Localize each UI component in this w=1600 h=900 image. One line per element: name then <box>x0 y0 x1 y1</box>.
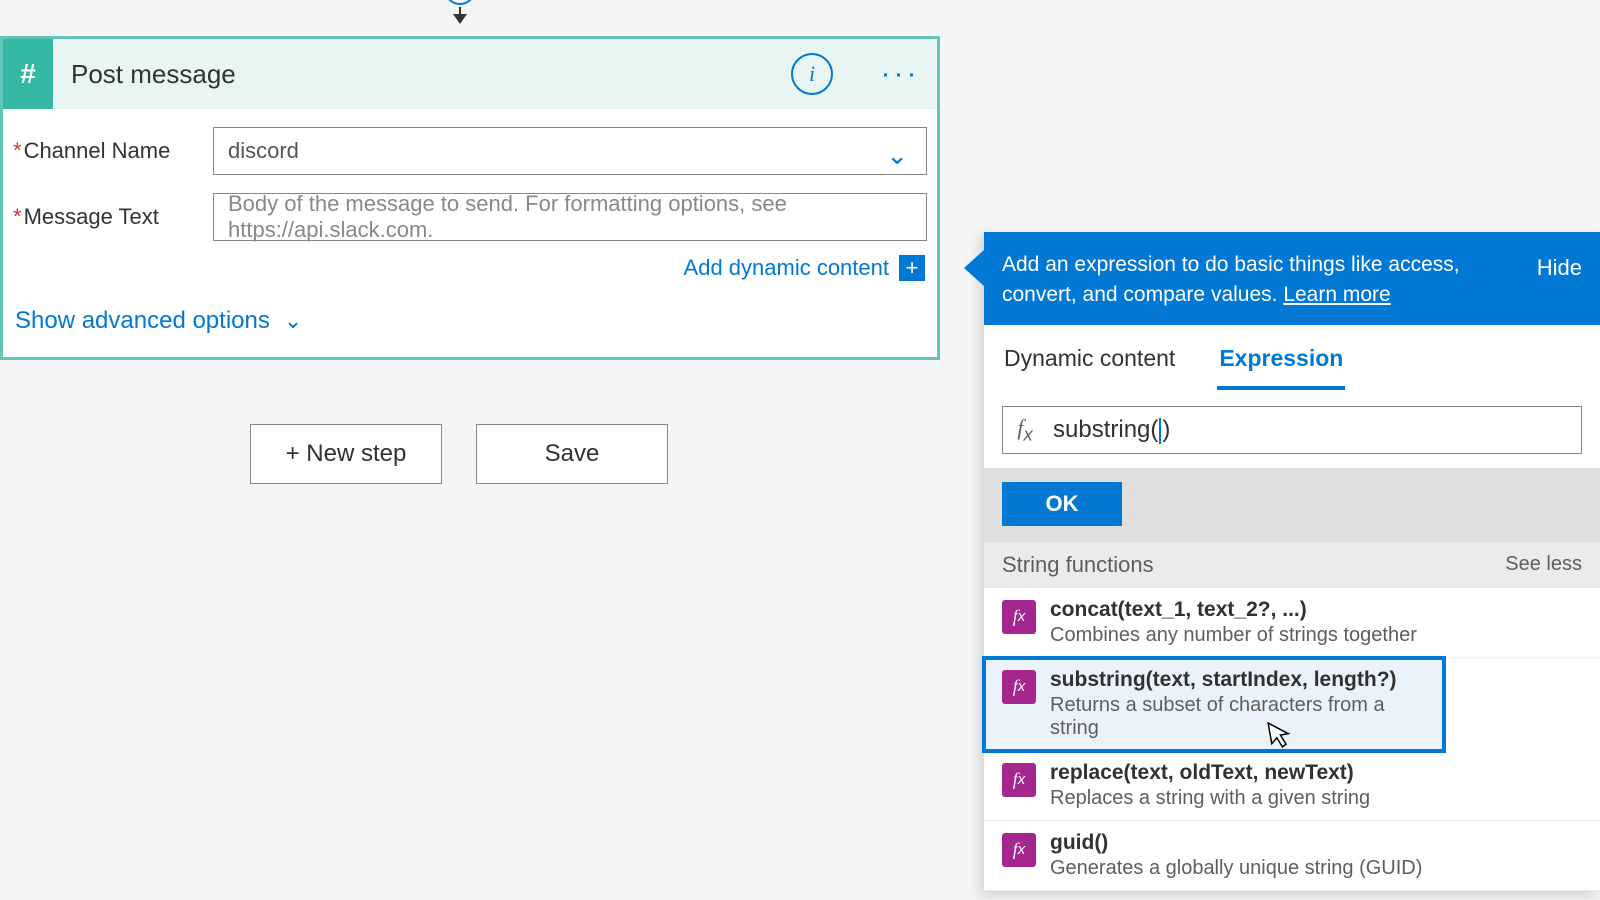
callout-arrow-icon <box>964 250 984 286</box>
save-button[interactable]: Save <box>476 424 668 484</box>
function-signature: replace(text, oldText, newText) <box>1050 761 1370 785</box>
function-item-substring[interactable]: fx substring(text, startIndex, length?) … <box>984 658 1444 751</box>
expression-tabs: Dynamic content Expression <box>984 325 1600 390</box>
function-section-header: String functions See less <box>984 542 1600 588</box>
info-icon[interactable]: i <box>791 53 833 95</box>
fx-icon: fx <box>1002 833 1036 867</box>
show-advanced-toggle[interactable]: Show advanced options ⌄ <box>13 303 927 339</box>
required-icon: * <box>13 138 22 163</box>
learn-more-link[interactable]: Learn more <box>1283 283 1390 306</box>
fx-icon: fx <box>1002 600 1036 634</box>
show-advanced-label: Show advanced options <box>15 307 270 335</box>
message-row: *Message Text Body of the message to sen… <box>13 193 927 241</box>
tab-expression[interactable]: Expression <box>1217 339 1345 390</box>
add-dynamic-content-button[interactable]: + <box>899 255 925 281</box>
channel-row: *Channel Name discord ⌄ <box>13 127 927 175</box>
function-signature: substring(text, startIndex, length?) <box>1050 668 1426 692</box>
function-description: Replaces a string with a given string <box>1050 787 1370 810</box>
function-description: Generates a globally unique string (GUID… <box>1050 857 1422 880</box>
fx-icon: fx <box>1003 415 1047 445</box>
channel-label: *Channel Name <box>13 138 213 164</box>
ok-button[interactable]: OK <box>1002 482 1122 526</box>
function-section-title: String functions <box>1002 552 1154 578</box>
hide-panel-link[interactable]: Hide <box>1537 250 1582 284</box>
add-step-node[interactable]: + <box>445 0 475 5</box>
card-title: Post message <box>71 59 775 90</box>
new-step-button[interactable]: + New step <box>250 424 442 484</box>
card-header: # Post message i ··· <box>3 39 937 109</box>
expression-panel: Add an expression to do basic things lik… <box>984 232 1600 891</box>
message-input[interactable]: Body of the message to send. For formatt… <box>213 193 927 241</box>
function-list: fx concat(text_1, text_2?, ...) Combines… <box>984 588 1600 891</box>
expression-banner: Add an expression to do basic things lik… <box>984 236 1600 325</box>
add-dynamic-content-link[interactable]: Add dynamic content <box>684 255 889 281</box>
chevron-down-icon: ⌄ <box>886 140 908 171</box>
function-item-guid[interactable]: fx guid() Generates a globally unique st… <box>984 821 1600 891</box>
function-signature: concat(text_1, text_2?, ...) <box>1050 598 1417 622</box>
see-less-link[interactable]: See less <box>1505 553 1582 576</box>
dynamic-content-row: Add dynamic content + <box>13 255 927 281</box>
card-body: *Channel Name discord ⌄ *Message Text Bo… <box>3 109 937 357</box>
ok-row: OK <box>984 468 1600 542</box>
tab-dynamic-content[interactable]: Dynamic content <box>1002 339 1177 390</box>
channel-select[interactable]: discord ⌄ <box>213 127 927 175</box>
flow-stem <box>459 7 461 14</box>
expression-banner-text: Add an expression to do basic things lik… <box>1002 250 1525 311</box>
flow-connector: + <box>440 0 480 38</box>
arrow-down-icon <box>453 14 467 24</box>
required-icon: * <box>13 204 22 229</box>
fx-icon: fx <box>1002 763 1036 797</box>
more-menu-icon[interactable]: ··· <box>879 53 921 95</box>
function-signature: guid() <box>1050 831 1422 855</box>
message-label: *Message Text <box>13 204 213 230</box>
function-description: Combines any number of strings together <box>1050 624 1417 647</box>
post-message-card: # Post message i ··· *Channel Name disco… <box>0 36 940 360</box>
function-item-concat[interactable]: fx concat(text_1, text_2?, ...) Combines… <box>984 588 1600 658</box>
channel-value: discord <box>228 138 299 164</box>
message-placeholder: Body of the message to send. For formatt… <box>228 191 912 243</box>
function-description: Returns a subset of characters from a st… <box>1050 694 1426 740</box>
expression-input-wrap: fx substring() <box>1002 406 1582 454</box>
slack-icon: # <box>3 39 53 109</box>
expression-input[interactable]: substring() <box>1047 416 1581 444</box>
function-item-replace[interactable]: fx replace(text, oldText, newText) Repla… <box>984 751 1600 821</box>
fx-icon: fx <box>1002 670 1036 704</box>
footer-actions: + New step Save <box>250 424 668 484</box>
chevron-down-icon: ⌄ <box>284 308 302 334</box>
